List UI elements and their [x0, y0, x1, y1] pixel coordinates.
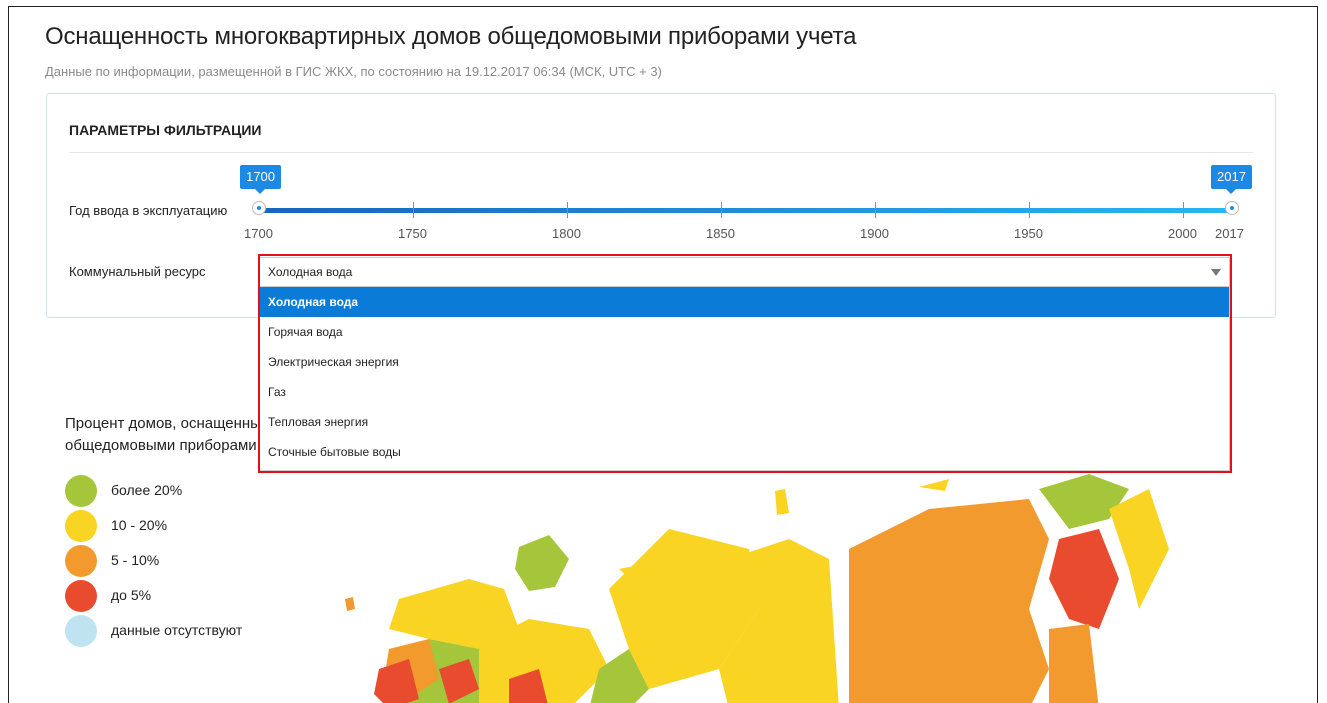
- tick-label-1850: 1850: [706, 226, 735, 241]
- map-region[interactable]: [1109, 489, 1169, 609]
- map-region[interactable]: [1049, 529, 1119, 629]
- tick-label-1800: 1800: [552, 226, 581, 241]
- slider-tick: [1183, 202, 1184, 218]
- map-region[interactable]: [775, 489, 789, 515]
- legend-swatch-red: [65, 580, 97, 612]
- map-region[interactable]: [919, 479, 949, 491]
- map-region[interactable]: [849, 499, 1049, 703]
- legend-swatch-green: [65, 475, 97, 507]
- legend-label: до 5%: [111, 587, 152, 603]
- legend-label: более 20%: [111, 482, 183, 498]
- slider-tick: [413, 202, 414, 218]
- slider-tick: [875, 202, 876, 218]
- option-gas[interactable]: Газ: [260, 377, 1229, 407]
- legend-label: данные отсутствуют: [111, 622, 243, 638]
- resource-label: Коммунальный ресурс: [69, 264, 206, 279]
- tick-label-2017: 2017: [1215, 226, 1244, 241]
- tick-label-1750: 1750: [398, 226, 427, 241]
- slider-tick: [567, 202, 568, 218]
- year-label: Год ввода в эксплуатацию: [69, 203, 228, 218]
- resource-select[interactable]: Холодная вода: [259, 257, 1230, 287]
- option-sewage[interactable]: Сточные бытовые воды: [260, 437, 1229, 467]
- slider-handle-max[interactable]: [1225, 201, 1239, 215]
- option-hot-water[interactable]: Горячая вода: [260, 317, 1229, 347]
- dropdown-arrow-icon[interactable]: [1211, 269, 1221, 276]
- map-region[interactable]: [515, 535, 569, 591]
- year-min-bubble: 1700: [240, 165, 281, 194]
- tick-label-1700: 1700: [244, 226, 273, 241]
- russia-map: [345, 474, 1169, 703]
- legend-swatch-orange: [65, 545, 97, 577]
- resource-select-value: Холодная вода: [268, 265, 353, 279]
- year-range-slider[interactable]: [259, 208, 1233, 213]
- legend-title: Процент домов, оснащенны общедомовыми пр…: [65, 415, 261, 454]
- legend-label: 5 - 10%: [111, 552, 160, 568]
- page-frame: Оснащенность многоквартирных домов общед…: [8, 6, 1318, 703]
- option-cold-water[interactable]: Холодная вода: [260, 287, 1229, 317]
- year-max-bubble: 2017: [1211, 165, 1252, 194]
- option-heat[interactable]: Тепловая энергия: [260, 407, 1229, 437]
- slider-tick: [721, 202, 722, 218]
- panel-divider: [69, 152, 1253, 153]
- map-region[interactable]: [345, 597, 355, 611]
- tick-label-1950: 1950: [1014, 226, 1043, 241]
- tick-label-2000: 2000: [1168, 226, 1197, 241]
- resource-dropdown-list: Холодная вода Горячая вода Электрическая…: [259, 287, 1230, 471]
- filter-heading: ПАРАМЕТРЫ ФИЛЬТРАЦИИ: [69, 122, 262, 138]
- slider-tick: [1029, 202, 1030, 218]
- map-region[interactable]: [1049, 624, 1099, 703]
- legend-label: 10 - 20%: [111, 517, 168, 533]
- page-title: Оснащенность многоквартирных домов общед…: [45, 23, 857, 50]
- tick-label-1900: 1900: [860, 226, 889, 241]
- option-electricity[interactable]: Электрическая энергия: [260, 347, 1229, 377]
- legend-swatch-yellow: [65, 510, 97, 542]
- slider-handle-min[interactable]: [252, 201, 266, 215]
- legend-swatch-light-blue: [65, 615, 97, 647]
- data-source-subtitle: Данные по информации, размещенной в ГИС …: [45, 64, 662, 79]
